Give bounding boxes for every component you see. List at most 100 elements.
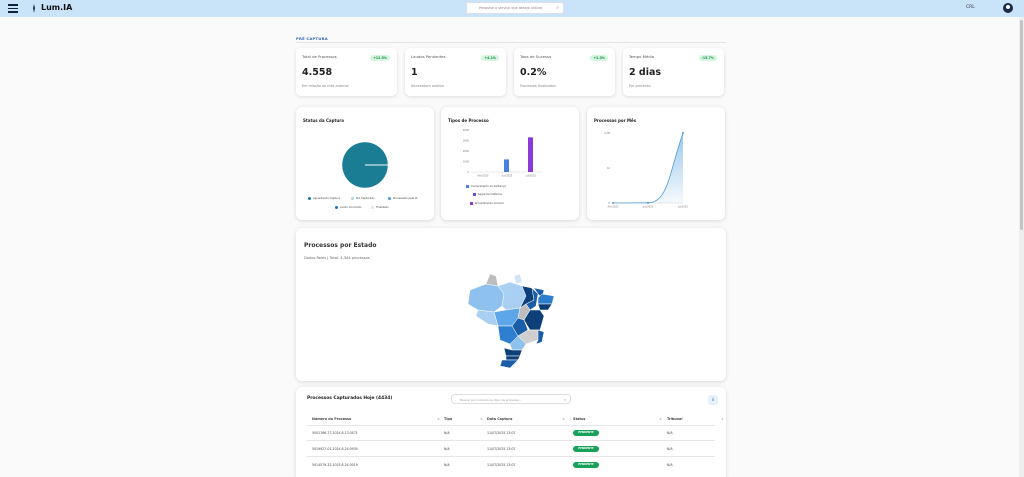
legend-item[interactable]: Finalizado <box>371 206 389 209</box>
state-al-se[interactable] <box>537 303 553 311</box>
legend-item[interactable]: Aguardando Captura <box>308 197 340 200</box>
sort-icon[interactable]: ≑ <box>562 417 565 421</box>
processos-table-card: Processos Capturados Hoje (4434) Buscar … <box>296 387 726 477</box>
legend-label: Procedimento Comum <box>475 202 504 205</box>
section-divider <box>296 42 726 43</box>
y-tick-label: 1000 <box>463 161 470 164</box>
table-title: Processos Capturados Hoje (4434) <box>307 396 393 401</box>
row-divider <box>307 456 715 457</box>
cell-numero[interactable]: 5052766-77.2024.8.13.0471 <box>312 431 358 435</box>
data-point[interactable] <box>612 202 614 204</box>
cell-data: 11/07/2025 13:07 <box>487 447 516 451</box>
state-sc[interactable] <box>505 355 521 361</box>
legend-item[interactable]: Laudo Concluído <box>335 206 362 209</box>
table-search-input[interactable]: Buscar por número ou tipo de processo...… <box>451 394 571 404</box>
bar[interactable] <box>504 159 509 172</box>
y-tick-label: 0 <box>467 171 469 174</box>
mes-area-chart[interactable]: 4.3M1k0Abr/2025 Jun/2025 Jul/2025 <box>593 129 689 211</box>
search-icon: ⌕ <box>556 5 559 11</box>
cell-tipo: N/A <box>444 431 450 435</box>
cell-tipo: N/A <box>444 447 450 451</box>
y-tick-label: 4000 <box>463 129 470 132</box>
brazil-map[interactable] <box>464 270 562 368</box>
state-am[interactable] <box>467 283 505 313</box>
org-label: CRL <box>966 5 975 10</box>
kpi-laudos-pendentes: Laudos Pendentes +4.1% 1 Necessitam anál… <box>405 48 506 96</box>
kpi-sub: Necessitam análise <box>411 84 444 88</box>
kpi-value: 2 dias <box>629 67 662 78</box>
legend-item[interactable]: Segunda Instância <box>473 193 502 196</box>
status-pie-chart[interactable] <box>340 140 390 190</box>
column-header-tipo[interactable]: Tipo <box>444 417 452 421</box>
legend-swatch <box>466 185 469 188</box>
column-header-tribunal[interactable]: Tribunal <box>667 417 682 421</box>
legend-swatch <box>335 206 338 209</box>
kpi-badge: +12.5% <box>370 55 390 61</box>
legend-label: Cumprimento de Sentença <box>471 185 506 188</box>
kpi-total-processos: Total de Processos +12.5% 4.558 Em relaç… <box>296 48 397 96</box>
x-tick-label: Abr/2025 <box>477 175 489 178</box>
legend-item[interactable]: Procedimento Comum <box>470 202 504 205</box>
mes-chart-card: Processos por Mês 4.3M 1k 0 Abr/2025 Jun/202… <box>587 107 725 220</box>
menu-icon[interactable] <box>8 4 18 13</box>
kpi-badge: +2.3% <box>590 55 608 61</box>
download-button[interactable]: ⭳ <box>708 395 718 405</box>
scrollbar-thumb[interactable] <box>1020 20 1023 230</box>
legend-label: Aguardando Captura <box>313 197 340 200</box>
legend-label: Pré Capturado <box>356 197 375 200</box>
cell-tribunal: N/A <box>667 463 673 467</box>
column-header-data[interactable]: Data Captura <box>487 417 512 421</box>
legend-item[interactable]: Pré Capturado <box>351 197 375 200</box>
column-header-status[interactable]: Status <box>573 417 585 421</box>
cell-tribunal: N/A <box>667 447 673 451</box>
state-rs[interactable] <box>499 359 519 368</box>
state-ap[interactable] <box>513 273 523 285</box>
legend-swatch <box>473 193 476 196</box>
legend-label: Finalizado <box>376 206 389 209</box>
y-tick-label: 3000 <box>463 140 470 143</box>
search-icon: ⌕ <box>563 396 566 402</box>
legend-swatch <box>388 197 391 200</box>
cell-tribunal: N/A <box>667 431 673 435</box>
global-search-input[interactable]: Pesquise o serviço que deseja utilizar ⌕ <box>466 2 564 14</box>
state-rn-pb-pe[interactable] <box>537 293 555 305</box>
kpi-sub: Processos finalizados <box>520 84 556 88</box>
sort-icon[interactable]: ≑ <box>659 417 662 421</box>
cell-numero[interactable]: 5019927-01.2024.8.24.0930 <box>312 447 358 451</box>
x-tick-label: Jun/2025 <box>642 206 654 209</box>
kpi-sub: Em relação ao mês anterior <box>302 84 349 88</box>
sort-icon[interactable]: ≑ <box>480 417 483 421</box>
cell-data: 11/07/2025 13:07 <box>487 431 516 435</box>
sort-icon[interactable]: ≑ <box>721 417 724 421</box>
global-search-placeholder: Pesquise o serviço que deseja utilizar <box>479 6 543 10</box>
kpi-tempo-medio: Tempo Médio -15.7% 2 dias Por processo <box>623 48 724 96</box>
status-badge: PENDENTE <box>573 430 599 436</box>
y-tick-label: 2000 <box>463 150 470 153</box>
legend-item[interactable]: Processado pela IA <box>388 197 417 200</box>
sort-icon[interactable]: ≑ <box>437 417 440 421</box>
legend-item[interactable]: Cumprimento de Sentença <box>466 185 506 188</box>
x-tick-label: Abr/2025 <box>607 206 619 209</box>
row-divider <box>307 440 715 441</box>
download-icon: ⭳ <box>712 397 714 403</box>
kpi-taxa-sucesso: Taxa de Sucesso +2.3% 0.2% Processos fin… <box>514 48 615 96</box>
column-header-numero[interactable]: Número do Processo <box>312 417 351 421</box>
data-point[interactable] <box>682 132 684 134</box>
data-point[interactable] <box>647 201 649 204</box>
x-tick-label: Jul/2025 <box>677 206 688 209</box>
kpi-value: 0.2% <box>520 67 547 78</box>
status-chart-card: Status da Captura Aguardando Captura Pré… <box>296 107 434 220</box>
cell-numero[interactable]: 5014579-32.2025.8.24.0019 <box>312 463 358 467</box>
user-avatar[interactable] <box>1003 3 1013 13</box>
y-tick-label: 1k <box>607 167 611 170</box>
legend-label: Processado pela IA <box>393 197 418 200</box>
status-badge: PENDENTE <box>573 446 599 452</box>
x-tick-label: Jun/2025 <box>501 175 513 178</box>
map-card: Processos por Estado Dados Reais | Total… <box>296 228 726 381</box>
y-tick-label: 4.3M <box>604 132 610 135</box>
cell-data: 11/07/2025 13:07 <box>487 463 516 467</box>
state-rr[interactable] <box>485 273 499 287</box>
tipos-bar-chart[interactable]: 4000 3000 2000 1000 0 Abr/2025 Jun/2025 Jul/202… <box>449 127 545 179</box>
map-subtitle: Dados Reais | Total: 4.344 processos <box>304 256 370 260</box>
bar[interactable] <box>528 137 533 172</box>
